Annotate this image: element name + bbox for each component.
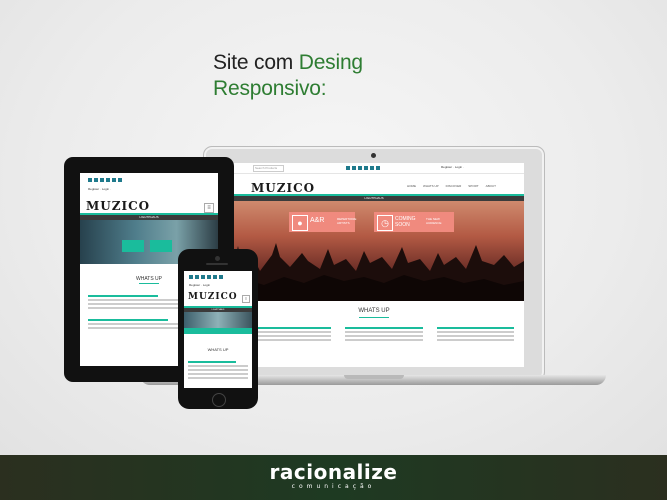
footer-bar: racionalize comunicação: [0, 455, 667, 500]
nav-discover[interactable]: DISCOVER: [446, 184, 462, 188]
hero-image: [184, 312, 252, 328]
social-icons: [189, 275, 223, 279]
brand-logo: racionalize: [269, 460, 398, 484]
feature-box-ar-sub: REPERTOIRE ARTISTS: [337, 217, 357, 225]
laptop-notch: [344, 375, 404, 379]
article-preview[interactable]: [436, 325, 514, 341]
vimeo-icon[interactable]: [100, 178, 104, 182]
speaker-grill: [206, 263, 228, 265]
site-logo[interactable]: MUZICO: [251, 181, 315, 195]
headline-prefix: Site com: [213, 51, 299, 74]
section-divider: [139, 283, 159, 284]
camera-icon: [215, 256, 220, 261]
vimeo-icon[interactable]: [358, 166, 362, 170]
register-login-links[interactable]: Register · Login ·: [88, 187, 111, 191]
section-title: WHATS UP: [207, 347, 229, 352]
section-divider: [359, 317, 389, 318]
linkedin-icon[interactable]: [213, 275, 217, 279]
menu-icon[interactable]: ≡: [204, 203, 214, 213]
vimeo-icon[interactable]: [201, 275, 205, 279]
rss-icon[interactable]: [219, 275, 223, 279]
twitter-icon[interactable]: [94, 178, 98, 182]
feature-box-coming-soon-label: COMING SOON: [395, 216, 416, 228]
clock-icon: ◷: [377, 215, 393, 231]
facebook-icon[interactable]: [346, 166, 350, 170]
article-preview[interactable]: [88, 293, 188, 329]
facebook-icon[interactable]: [189, 275, 193, 279]
site-logo[interactable]: MUZICO: [188, 292, 238, 302]
linkedin-icon[interactable]: [370, 166, 374, 170]
linkedin-icon[interactable]: [112, 178, 116, 182]
rss-icon[interactable]: [118, 178, 122, 182]
brand-tagline: comunicação: [291, 483, 376, 490]
menu-icon[interactable]: ≡: [242, 295, 250, 303]
facebook-icon[interactable]: [88, 178, 92, 182]
site-search-input[interactable]: Search Products: [253, 165, 284, 172]
article-preview[interactable]: [254, 325, 332, 341]
nav-sport[interactable]: SPORT: [468, 184, 478, 188]
laptop-screen: Search Products Register · Login · MUZIC…: [224, 163, 524, 367]
article-columns: [254, 325, 514, 341]
webcam-icon: [371, 153, 376, 158]
site-logo[interactable]: MUZICO: [86, 199, 150, 213]
feature-box-ar[interactable]: ● A&R REPERTOIRE ARTISTS: [289, 212, 356, 232]
social-icons: [88, 178, 122, 182]
user-icon: ●: [292, 215, 308, 231]
nav-whats-up[interactable]: WHATS UP: [423, 184, 439, 188]
register-login-links[interactable]: Register · Login: [189, 283, 210, 287]
page-headline: Site com Desing Responsivo:: [213, 50, 363, 102]
article-preview[interactable]: [188, 359, 248, 379]
twitter-icon[interactable]: [352, 166, 356, 170]
crowd-silhouette: [224, 243, 524, 301]
feature-box-coming-soon[interactable]: ◷ COMING SOON THE NEW AUDIENCE: [374, 212, 454, 232]
feature-box-ar-label: A&R: [310, 217, 325, 224]
google-plus-icon[interactable]: [207, 275, 211, 279]
social-icons: [346, 166, 380, 170]
home-button[interactable]: [212, 393, 226, 407]
article-preview[interactable]: [345, 325, 423, 341]
feature-tile[interactable]: [150, 240, 172, 252]
phone-mockup: Register · Login MUZICO ≡ LIGHTPHAUS WHA…: [178, 249, 258, 409]
site-nav: HOME WHATS UP DISCOVER SPORT ABOUT: [407, 184, 496, 188]
headline-accent: Desing: [298, 51, 363, 74]
feature-tile[interactable]: [122, 240, 144, 252]
phone-screen: Register · Login MUZICO ≡ LIGHTPHAUS WHA…: [184, 271, 252, 388]
nav-home[interactable]: HOME: [407, 184, 416, 188]
nav-about[interactable]: ABOUT: [486, 184, 496, 188]
register-login-links[interactable]: Register · Login ·: [441, 165, 464, 169]
headline-line2: Responsivo:: [213, 77, 327, 100]
feature-box-coming-soon-sub: THE NEW AUDIENCE: [426, 217, 442, 225]
twitter-icon[interactable]: [195, 275, 199, 279]
google-plus-icon[interactable]: [106, 178, 110, 182]
feature-strip[interactable]: [184, 328, 252, 334]
section-title: WHATS UP: [358, 308, 390, 314]
rss-icon[interactable]: [376, 166, 380, 170]
google-plus-icon[interactable]: [364, 166, 368, 170]
